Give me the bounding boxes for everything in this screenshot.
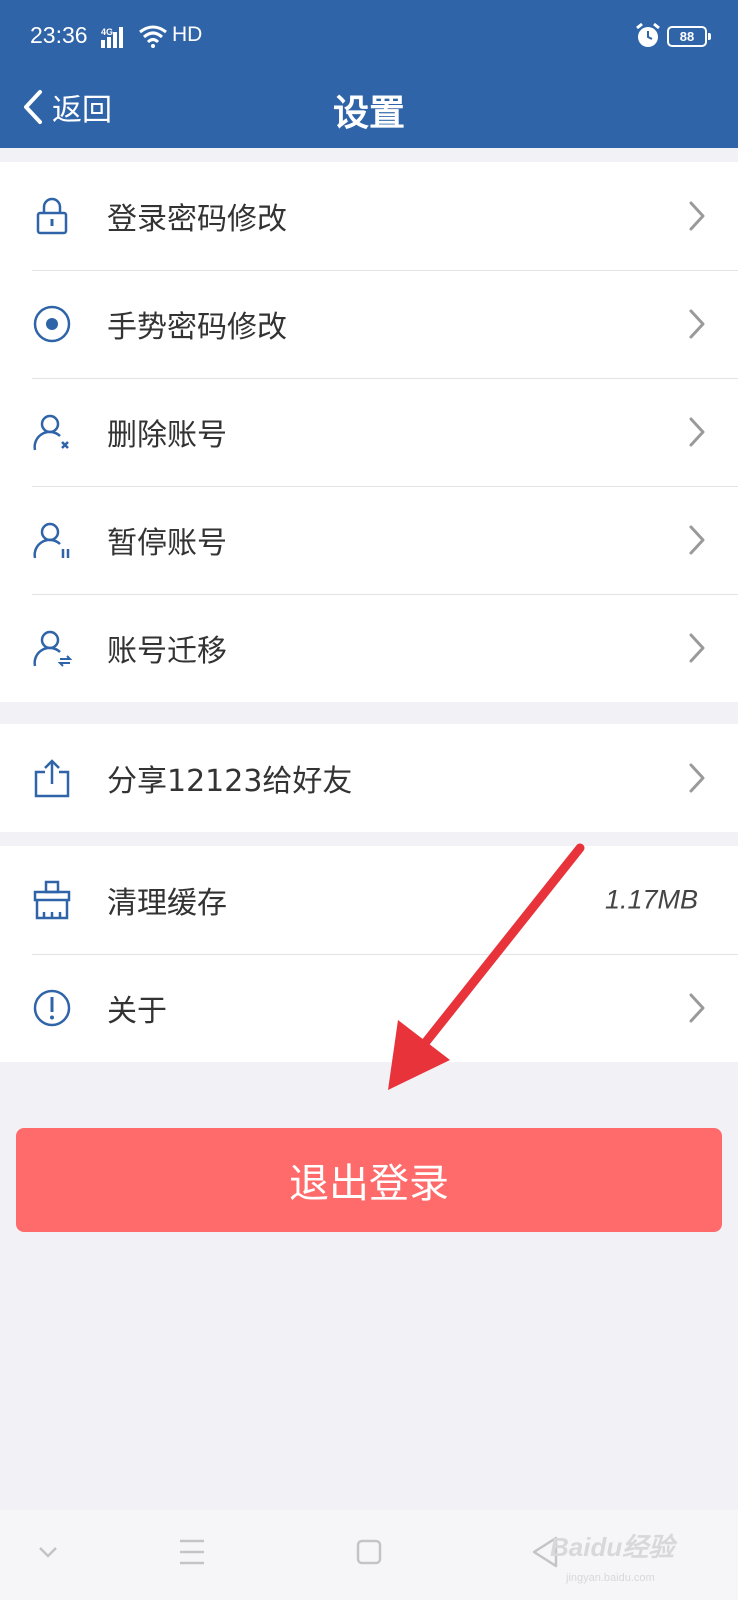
settings-item-label: 账号迁移 [107,634,227,669]
logout-button[interactable]: 退出登录 [16,1128,722,1232]
lock-icon [36,197,68,235]
settings-item-pause-account[interactable]: 暂停账号 [0,486,738,594]
wifi-icon [139,25,167,48]
nav-bar: 返回 设置 [0,74,738,148]
settings-item-label: 关于 [107,994,167,1029]
watermark-logo: Baidu经验 [550,1532,675,1562]
watermark-url: jingyan.baidu.com [566,1572,655,1584]
settings-item-clear-cache[interactable]: 清理缓存 1.17MB [0,846,738,954]
settings-item-about[interactable]: 关于 [0,954,738,1062]
gesture-icon [33,305,71,343]
page-title: 设置 [332,93,405,134]
annotation-arrow [388,843,585,1090]
settings-item-account-transfer[interactable]: 账号迁移 [0,594,738,702]
settings-item-gesture-password[interactable]: 手势密码修改 [0,270,738,378]
settings-group-share: 分享12123给好友 [0,724,738,832]
chevron-right-icon [689,763,705,793]
home-icon[interactable] [349,1532,389,1572]
app-header: 23:36 4G HD 88 返回 设置 [0,0,738,148]
chevron-right-icon [689,201,705,231]
chevron-down-icon[interactable] [28,1532,68,1572]
chevron-right-icon [689,633,705,663]
battery-indicator: 88 [667,26,711,47]
settings-item-label: 分享12123给好友 [107,764,353,799]
user-pause-icon [33,522,70,559]
user-transfer-icon [33,630,72,667]
settings-item-label: 暂停账号 [107,526,227,561]
chevron-right-icon [689,525,705,555]
alarm-icon [636,22,660,47]
chevron-right-icon [689,993,705,1023]
settings-item-label: 登录密码修改 [107,202,287,237]
status-bar: 23:36 4G HD 88 [0,0,738,74]
settings-item-delete-account[interactable]: 删除账号 [0,378,738,486]
chevron-right-icon [689,309,705,339]
hd-indicator: HD [172,23,203,46]
settings-item-label: 手势密码修改 [107,310,287,345]
network-type-label: 4G [101,27,113,37]
settings-item-share[interactable]: 分享12123给好友 [0,724,738,832]
menu-icon[interactable] [172,1532,212,1572]
user-delete-icon [33,414,69,451]
broom-icon [33,880,71,920]
settings-item-label: 清理缓存 [107,886,227,921]
settings-group-account: 登录密码修改 手势密码修改 删除账号 暂停账号 账号迁移 [0,162,738,702]
info-icon [33,989,71,1027]
cache-size-value: 1.17MB [604,884,698,915]
share-icon [34,759,70,798]
settings-item-label: 删除账号 [107,418,227,453]
chevron-right-icon [689,417,705,447]
cellular-signal-icon: 4G [101,27,123,48]
settings-item-login-password[interactable]: 登录密码修改 [0,162,738,270]
status-time: 23:36 [30,22,88,48]
settings-group-misc: 清理缓存 1.17MB 关于 [0,846,738,1062]
